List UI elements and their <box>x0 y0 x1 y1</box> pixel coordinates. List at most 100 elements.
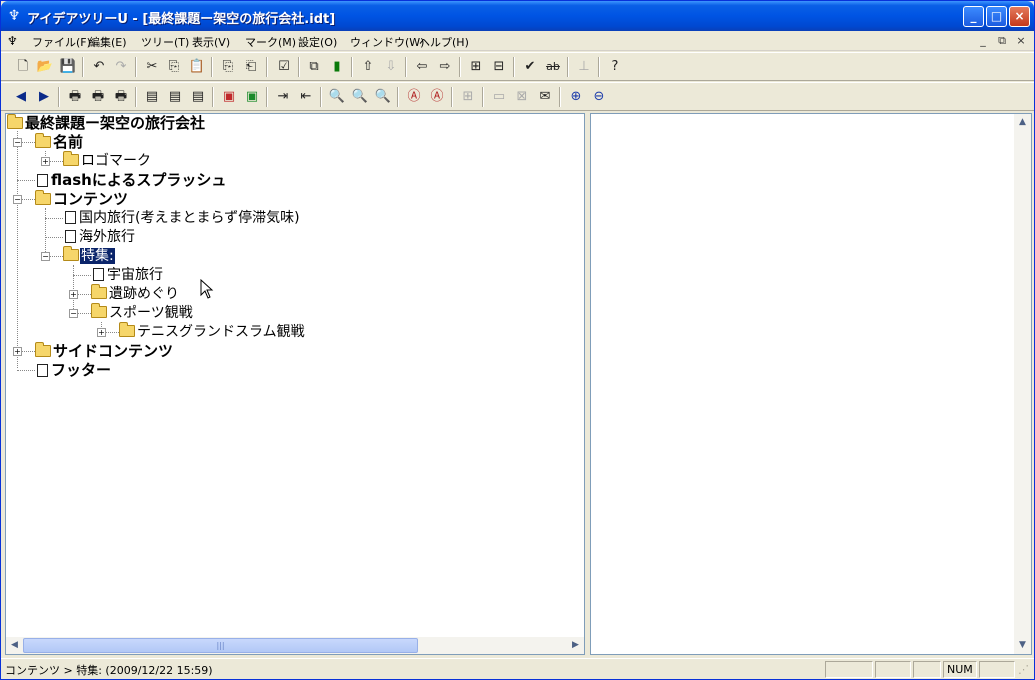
paste-icon[interactable]: 📋 <box>187 57 207 77</box>
mdi-minimize-button[interactable]: _ <box>975 34 991 48</box>
org-chart-icon[interactable]: ⊟ <box>489 57 509 77</box>
redo-icon[interactable]: ↷ <box>111 57 131 77</box>
minimize-button[interactable]: _ <box>963 6 984 27</box>
next-icon[interactable]: ▶ <box>34 87 54 107</box>
vertical-scrollbar[interactable]: ▲ ▼ <box>1014 114 1031 654</box>
tree-view-icon[interactable]: ⊞ <box>466 57 486 77</box>
tree-node[interactable]: フッター <box>37 361 112 380</box>
tree-node[interactable]: スポーツ観戦 <box>91 303 194 323</box>
tree-node[interactable]: 名前 <box>35 133 84 152</box>
save-icon[interactable]: 💾 <box>58 57 78 77</box>
move-right-icon[interactable]: ⇨ <box>435 57 455 77</box>
link-icon[interactable]: ▭ <box>489 87 509 107</box>
paste-node-icon[interactable]: ⎗ <box>241 57 261 77</box>
copy-icon[interactable]: ⎘ <box>164 57 184 77</box>
import-icon[interactable]: ⇥ <box>273 87 293 107</box>
mark-b-icon[interactable]: Ⓐ <box>427 87 447 107</box>
font-icon[interactable]: ⊥ <box>574 57 594 77</box>
scroll-down-icon[interactable]: ▼ <box>1014 637 1031 654</box>
mail-icon[interactable]: ✉ <box>535 87 555 107</box>
scroll-left-icon[interactable]: ◀ <box>6 637 23 654</box>
expand-toggle[interactable]: + <box>97 328 106 337</box>
menu-tree[interactable]: ツリー(T) <box>141 34 189 50</box>
menu-help[interactable]: ヘルプ(H) <box>419 34 469 50</box>
tree-node[interactable]: 海外旅行 <box>65 228 136 247</box>
cut-icon[interactable]: ✂ <box>142 57 162 77</box>
duplicate-icon[interactable]: ⧉ <box>304 57 324 77</box>
export-icon[interactable]: ⇤ <box>296 87 316 107</box>
list-icon[interactable]: ▤ <box>165 87 185 107</box>
scrollbar-thumb[interactable]: ||| <box>23 638 418 653</box>
check-doc-icon[interactable]: ☑ <box>274 57 294 77</box>
collapse-toggle[interactable]: − <box>13 138 22 147</box>
image-icon[interactable]: ⊠ <box>512 87 532 107</box>
mdi-restore-button[interactable]: ⧉ <box>994 34 1010 48</box>
mark-a-icon[interactable]: Ⓐ <box>404 87 424 107</box>
print-preview-icon[interactable]: 🖶 <box>88 87 108 107</box>
page-icon <box>65 230 76 243</box>
tree-node[interactable]: ロゴマーク <box>63 151 152 171</box>
strikethrough-icon[interactable]: ab <box>543 57 563 77</box>
tree-node[interactable]: 国内旅行(考えまとまらず停滞気味) <box>65 209 301 228</box>
search-prev-icon[interactable]: 🔍 <box>350 87 370 107</box>
menu-file[interactable]: ファイル(F) <box>32 34 91 50</box>
menu-window[interactable]: ウィンドウ(W) <box>350 34 424 50</box>
search-next-icon[interactable]: 🔍 <box>373 87 393 107</box>
note-pane[interactable]: ▲ ▼ <box>590 113 1032 655</box>
tree-node[interactable]: サイドコンテンツ <box>35 342 174 361</box>
tree-node[interactable]: flashによるスプラッシュ <box>37 171 227 190</box>
document-system-icon[interactable]: ♆ <box>7 33 23 49</box>
tree-pane[interactable]: − + − − + − + + 最終課題ー架空の旅行会社 名前 ロゴマーク fl… <box>5 113 585 655</box>
tree-icon[interactable]: ⊞ <box>458 87 478 107</box>
move-down-icon[interactable]: ⇩ <box>381 57 401 77</box>
status-panel <box>913 661 941 678</box>
checkmark-icon[interactable]: ✔ <box>520 57 540 77</box>
collapse-toggle[interactable]: − <box>69 309 78 318</box>
zoom-out-icon[interactable]: ⊖ <box>589 87 609 107</box>
folder-icon <box>91 303 107 318</box>
green-mark-icon[interactable]: ▣ <box>242 87 262 107</box>
red-mark-icon[interactable]: ▣ <box>219 87 239 107</box>
menu-mark[interactable]: マーク(M) <box>245 34 296 50</box>
page-icon <box>37 364 48 377</box>
tree-node[interactable]: 遺跡めぐり <box>91 284 180 304</box>
menu-view[interactable]: 表示(V) <box>192 34 230 50</box>
expand-toggle[interactable]: + <box>13 347 22 356</box>
prev-icon[interactable]: ◀ <box>11 87 31 107</box>
open-icon[interactable]: 📂 <box>35 57 55 77</box>
maximize-button[interactable]: □ <box>986 6 1007 27</box>
menu-edit[interactable]: 編集(E) <box>89 34 127 50</box>
scroll-up-icon[interactable]: ▲ <box>1014 114 1031 131</box>
collapse-toggle[interactable]: − <box>13 195 22 204</box>
search-icon[interactable]: 🔍 <box>327 87 347 107</box>
tree-node[interactable]: 宇宙旅行 <box>93 266 164 285</box>
expand-toggle[interactable]: + <box>41 157 50 166</box>
undo-icon[interactable]: ↶ <box>89 57 109 77</box>
tree-root-node[interactable]: 最終課題ー架空の旅行会社 <box>7 114 206 133</box>
tree-app-icon[interactable]: ♆ <box>6 8 22 24</box>
tree-node-selected[interactable]: 特集: <box>63 246 116 266</box>
delete-icon[interactable]: ▮ <box>327 57 347 77</box>
scroll-right-icon[interactable]: ▶ <box>567 637 584 654</box>
detail-icon[interactable]: ▤ <box>188 87 208 107</box>
horizontal-scrollbar[interactable]: ◀ ||| ▶ <box>6 637 584 654</box>
move-up-icon[interactable]: ⇧ <box>358 57 378 77</box>
move-left-icon[interactable]: ⇦ <box>412 57 432 77</box>
outline-icon[interactable]: ▤ <box>142 87 162 107</box>
expand-toggle[interactable]: + <box>69 290 78 299</box>
new-icon[interactable]: 🗋 <box>13 57 33 77</box>
close-button[interactable]: × <box>1009 6 1030 27</box>
help-icon[interactable]: ? <box>605 57 625 77</box>
tree-node[interactable]: テニスグランドスラム観戦 <box>119 322 306 342</box>
menu-settings[interactable]: 設定(O) <box>298 34 337 50</box>
resize-grip-icon[interactable]: ⋰ <box>1018 663 1032 677</box>
collapse-toggle[interactable]: − <box>41 252 50 261</box>
zoom-in-icon[interactable]: ⊕ <box>566 87 586 107</box>
tree-connector <box>45 208 46 256</box>
mdi-close-button[interactable]: × <box>1013 34 1029 48</box>
print-icon[interactable]: 🖶 <box>65 87 85 107</box>
title-bar[interactable]: ♆ アイデアツリーU - [最終課題ー架空の旅行会社.idt] _ □ × <box>1 1 1034 31</box>
print-setup-icon[interactable]: 🖶 <box>111 87 131 107</box>
tree-node[interactable]: コンテンツ <box>35 190 129 209</box>
copy-node-icon[interactable]: ⎘ <box>218 57 238 77</box>
